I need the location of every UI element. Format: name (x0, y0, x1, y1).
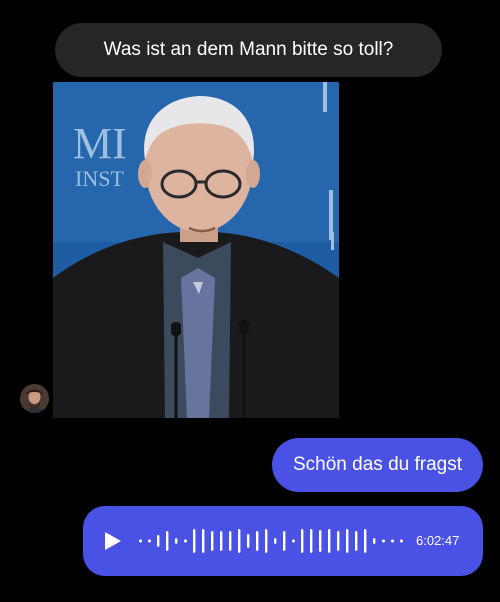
shared-photo[interactable]: MI INST (53, 82, 339, 418)
waveform-bar (346, 529, 349, 553)
waveform-bar (202, 529, 205, 553)
waveform-bar (310, 529, 313, 553)
voice-message[interactable]: 6:02:47 (83, 506, 483, 576)
waveform-bar (283, 531, 286, 551)
sent-message-text: Schön das du fragst (293, 454, 462, 475)
waveform-bar (382, 539, 385, 543)
waveform-bar (229, 531, 232, 551)
waveform-bar (256, 531, 259, 551)
sent-message-bubble[interactable]: Schön das du fragst (272, 438, 483, 492)
waveform-bar (355, 531, 358, 551)
waveform-bar (274, 538, 277, 544)
waveform-bar (157, 535, 160, 547)
waveform[interactable] (139, 526, 409, 556)
waveform-bar (211, 531, 214, 551)
waveform-bar (292, 539, 295, 543)
waveform-bar (319, 530, 322, 552)
waveform-bar (328, 529, 331, 553)
waveform-bar (238, 529, 241, 553)
photo-sign-text-1: MI (73, 119, 127, 168)
waveform-bar (175, 538, 178, 544)
waveform-bar (400, 539, 403, 543)
play-icon[interactable] (105, 532, 121, 550)
waveform-bar (139, 539, 142, 543)
waveform-bar (166, 531, 169, 551)
photo-sign-text-2: INST (75, 166, 124, 191)
waveform-bar (373, 538, 376, 544)
waveform-bar (193, 529, 196, 553)
waveform-bar (220, 531, 223, 551)
waveform-bar (364, 529, 367, 553)
waveform-bar (391, 539, 394, 543)
received-message-text: Was ist an dem Mann bitte so toll? (103, 39, 394, 60)
waveform-bar (301, 529, 304, 553)
waveform-bar (337, 531, 340, 551)
avatar[interactable] (20, 384, 49, 413)
waveform-bar (184, 539, 187, 543)
voice-duration: 6:02:47 (416, 533, 460, 548)
waveform-bar (148, 539, 151, 543)
received-message-bubble[interactable]: Was ist an dem Mann bitte so toll? (55, 23, 442, 77)
waveform-bar (265, 529, 268, 553)
waveform-bar (247, 534, 250, 548)
